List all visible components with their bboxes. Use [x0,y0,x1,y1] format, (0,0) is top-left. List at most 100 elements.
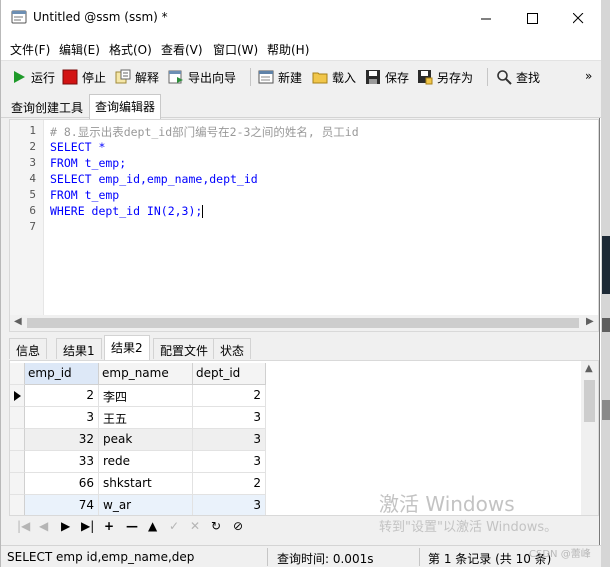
cancel-edit-icon[interactable]: ✕ [190,519,200,533]
cell-emp-name[interactable]: 李四 [99,385,193,407]
cell-dept-id[interactable]: 3 [193,451,266,473]
new-label: 新建 [278,70,303,85]
row-header [10,429,25,451]
tab-profile[interactable]: 配置文件 [153,338,216,359]
scrollbar-thumb[interactable] [27,318,579,328]
text-caret [202,205,204,218]
explain-label: 解释 [135,70,160,85]
minimize-icon [480,18,491,19]
toolbar-overflow-chevron[interactable]: » [585,69,592,83]
stop-fetch-icon[interactable]: ⊘ [233,519,243,533]
code-line: SELECT * [50,140,106,154]
cell-dept-id[interactable]: 3 [193,495,266,515]
row-header [10,473,25,495]
close-icon [572,12,583,23]
grid-corner [10,363,25,385]
column-header-emp-id[interactable]: emp_id [25,363,99,385]
tab-query-editor[interactable]: 查询编辑器 [89,94,162,119]
sql-editor[interactable]: 1 2 3 4 5 6 7 # 8.显示出表dept_id部门编号在2-3之间的… [9,119,599,332]
cell-emp-id[interactable]: 74 [25,495,99,515]
close-button[interactable] [555,0,601,36]
new-button[interactable]: 新建 [258,66,302,88]
delete-record-icon[interactable]: — [126,519,138,533]
menu-file[interactable]: 文件(F) [10,41,50,58]
menu-window[interactable]: 窗口(W) [213,41,258,58]
run-icon [14,71,25,83]
cell-emp-name[interactable]: rede [99,451,193,473]
scrollbar-thumb[interactable] [584,380,595,422]
cell-emp-name[interactable]: 王五 [99,407,193,429]
grid-vertical-scrollbar[interactable]: ▲ [581,361,598,515]
column-header-dept-id[interactable]: dept_id [193,363,266,385]
stop-icon [62,69,78,85]
menu-view[interactable]: 查看(V) [161,41,203,58]
cell-dept-id[interactable]: 3 [193,429,266,451]
cell-dept-id[interactable]: 2 [193,473,266,495]
cell-emp-name[interactable]: peak [99,429,193,451]
line-number: 5 [29,188,36,201]
maximize-icon [526,12,538,24]
load-button[interactable]: 载入 [312,66,356,88]
cell-dept-id[interactable]: 2 [193,385,266,407]
title-bar: Untitled @ssm (ssm) * [1,0,601,36]
new-query-icon [258,70,274,84]
add-record-icon[interactable]: + [104,519,114,533]
explain-button[interactable]: 解释 [115,66,159,88]
cell-emp-name[interactable]: w_ar [99,495,193,515]
cell-emp-id[interactable]: 32 [25,429,99,451]
tab-result1[interactable]: 结果1 [56,338,102,359]
edit-record-icon[interactable]: ✓ [169,519,179,533]
line-number: 1 [29,124,36,137]
line-number: 7 [29,220,36,233]
menu-bar: 文件(F) 编辑(E) 格式(O) 查看(V) 窗口(W) 帮助(H) [1,36,601,60]
tab-result2[interactable]: 结果2 [104,335,150,360]
cell-emp-name[interactable]: shkstart [99,473,193,495]
query-view-tabs: 查询创建工具 查询编辑器 [1,92,601,119]
cell-emp-id[interactable]: 3 [25,407,99,429]
background-window-fragment [602,236,610,294]
stop-button[interactable]: 停止 [62,66,106,88]
editor-horizontal-scrollbar[interactable]: ◀ ▶ [10,315,598,331]
find-button[interactable]: 查找 [496,66,540,88]
cell-emp-id[interactable]: 66 [25,473,99,495]
current-row-indicator [10,385,25,407]
menu-help[interactable]: 帮助(H) [267,41,309,58]
status-separator [419,548,420,566]
status-separator [267,548,268,566]
line-number: 3 [29,156,36,169]
cell-dept-id[interactable]: 3 [193,407,266,429]
code-line-comment: # 8.显示出表dept_id部门编号在2-3之间的姓名, 员工id [50,125,359,139]
next-record-icon[interactable]: ▶ [61,519,70,533]
menu-edit[interactable]: 编辑(E) [59,41,100,58]
toolbar-separator [250,68,251,86]
first-record-icon[interactable]: |◀ [17,519,30,533]
window-title: Untitled @ssm (ssm) * [33,10,168,24]
column-header-emp-name[interactable]: emp_name [99,363,193,385]
tab-query-builder[interactable]: 查询创建工具 [6,96,88,118]
run-label: 运行 [31,70,56,85]
tab-status[interactable]: 状态 [213,338,252,359]
maximize-button[interactable] [509,0,555,36]
scroll-up-icon[interactable]: ▲ [585,363,593,374]
tab-info[interactable]: 信息 [9,338,48,359]
save-button[interactable]: 保存 [365,66,409,88]
apply-changes-icon[interactable]: ▲ [148,519,157,533]
scroll-left-icon[interactable]: ◀ [14,316,22,327]
minimize-button[interactable] [463,0,509,36]
cell-emp-id[interactable]: 33 [25,451,99,473]
status-bar: SELECT emp id,emp_name,dep 查询时间: 0.001s … [1,545,601,567]
cell-emp-id[interactable]: 2 [25,385,99,407]
background-window-fragment [602,400,610,420]
last-record-icon[interactable]: ▶| [81,519,94,533]
save-as-button[interactable]: 另存为 [417,66,473,88]
export-wizard-button[interactable]: 导出向导 [168,66,236,88]
menu-format[interactable]: 格式(O) [109,41,152,58]
export-wizard-label: 导出向导 [188,70,237,85]
windows-activation-hint: 转到"设置"以激活 Windows。 [379,520,558,535]
scroll-right-icon[interactable]: ▶ [586,316,594,327]
run-button[interactable]: 运行 [11,66,55,88]
refresh-icon[interactable]: ↻ [211,519,221,533]
open-folder-icon [312,72,328,84]
result-tabs: 信息 结果1 结果2 配置文件 状态 [9,335,599,360]
prior-record-icon[interactable]: ◀ [39,519,48,533]
